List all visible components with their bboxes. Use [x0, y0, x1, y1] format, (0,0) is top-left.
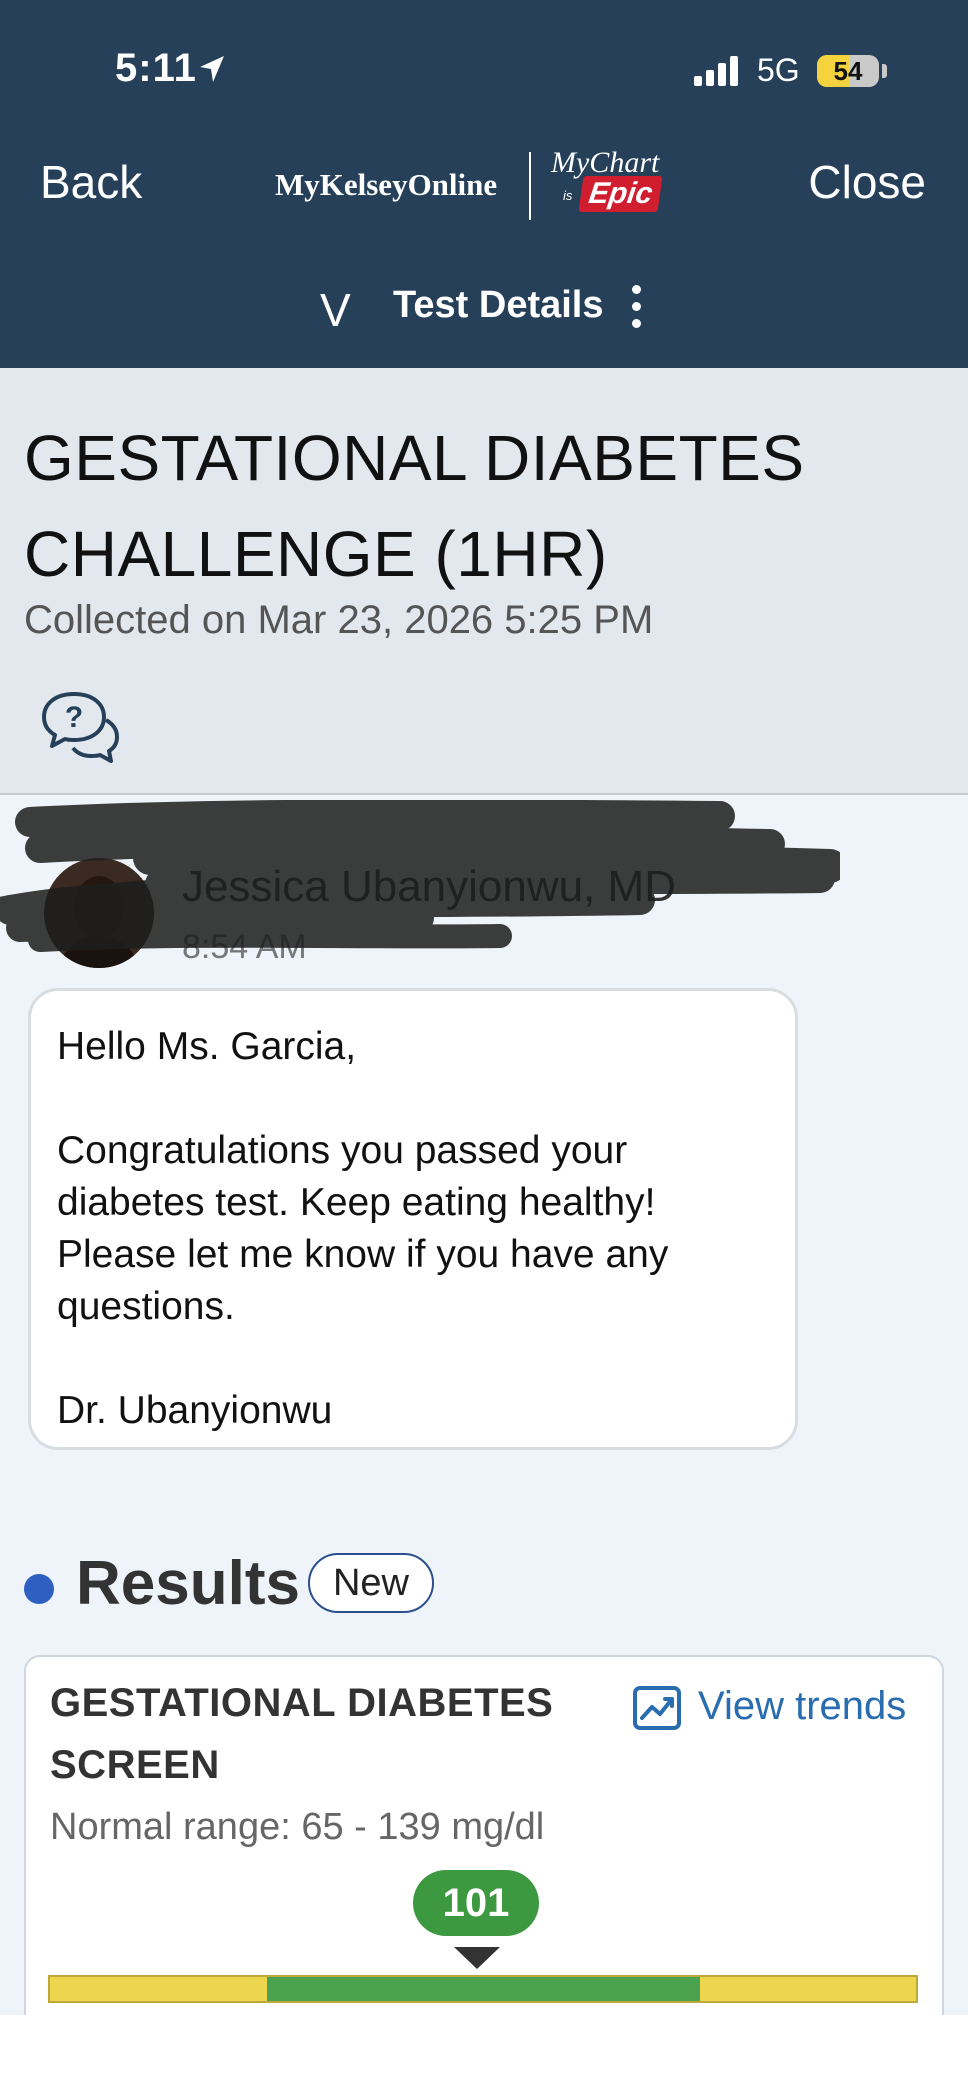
mychart-logo-text: MyChart: [551, 146, 660, 179]
more-options-icon[interactable]: [630, 285, 642, 329]
app-header: 5:11 5G 54 Back MyKelseyOnline MyChart i…: [0, 0, 968, 368]
results-heading: Results: [76, 1549, 300, 1618]
view-trends-link[interactable]: View trends: [698, 1684, 906, 1729]
close-button[interactable]: Close: [808, 155, 926, 209]
page-title: Test Details: [393, 284, 604, 326]
test-name: GESTATIONAL DIABETES CHALLENGE (1HR): [24, 422, 805, 590]
normal-range: Normal range: 65 - 139 mg/dl: [50, 1806, 545, 1848]
range-normal: [266, 1977, 700, 2001]
brand-divider: [529, 152, 531, 220]
battery-icon: 54: [817, 55, 879, 87]
battery-level: 54: [833, 56, 863, 86]
svg-text:?: ?: [65, 701, 83, 734]
result-value-pointer: [454, 1947, 500, 1969]
back-button[interactable]: Back: [40, 155, 142, 209]
signal-bars-icon: [694, 56, 738, 86]
collapse-chevron[interactable]: V: [320, 283, 351, 337]
redaction-scribble: [0, 800, 840, 952]
range-below-normal: [50, 1977, 267, 2001]
trend-chart-icon[interactable]: [632, 1685, 682, 1731]
brand-logo-text: MyKelseyOnline: [275, 167, 498, 202]
mychart-epic-logo: MyChart is Epic: [551, 146, 676, 220]
bottom-blank-area: [0, 2015, 968, 2096]
component-name: GESTATIONAL DIABETES SCREEN: [50, 1681, 554, 1787]
mychart-logo-is: is: [563, 188, 573, 203]
ask-question-icon[interactable]: ?: [40, 690, 120, 766]
battery-nub: [882, 64, 887, 78]
range-above-normal: [699, 1977, 916, 2001]
network-type: 5G: [757, 52, 800, 88]
location-arrow-icon: [200, 56, 224, 82]
collected-date: Collected on Mar 23, 2026 5:25 PM: [24, 598, 654, 642]
message-signature: Dr. Ubanyionwu: [57, 1389, 333, 1432]
status-time: 5:11: [115, 46, 197, 90]
reference-range-bar: [48, 1975, 918, 2003]
epic-logo-text: Epic: [578, 176, 663, 212]
message-body: Congratulations you passed your diabetes…: [57, 1129, 669, 1328]
unread-dot: [24, 1574, 54, 1604]
new-badge: New: [308, 1553, 434, 1613]
result-value: 101: [413, 1870, 539, 1936]
message-bubble: Hello Ms. Garcia, Congratulations you pa…: [28, 988, 798, 1450]
message-greeting: Hello Ms. Garcia,: [57, 1025, 357, 1068]
